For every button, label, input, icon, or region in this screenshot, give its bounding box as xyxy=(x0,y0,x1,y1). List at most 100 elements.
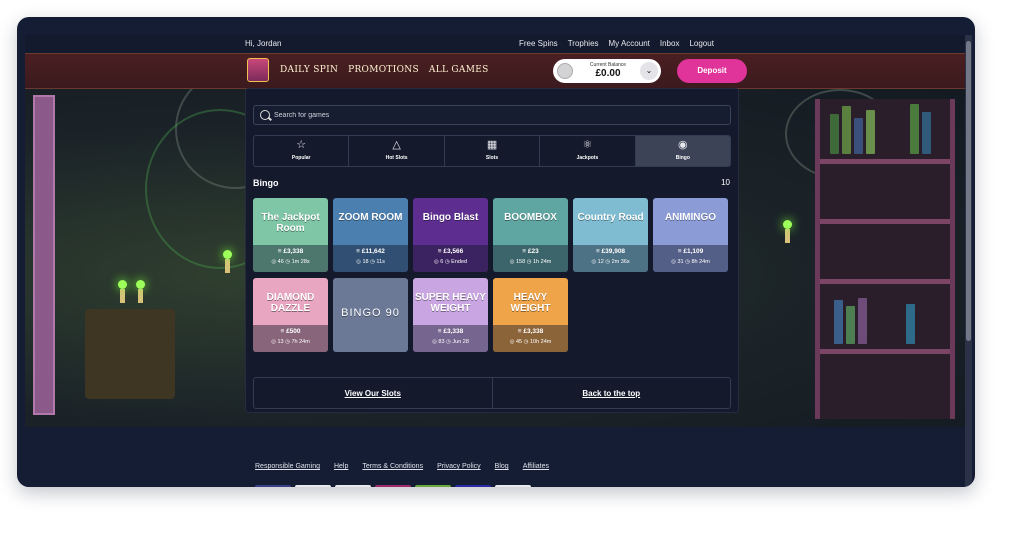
game-tile[interactable]: SUPER HEAVY WEIGHT ≡ £3,338 ◎ 83 ◷ Jun 28 xyxy=(413,278,488,352)
tab-bingo[interactable]: ◉ Bingo xyxy=(635,136,730,166)
clock-icon: ◷ xyxy=(525,259,533,265)
top-bar: Hi, Jordan Free Spins Trophies My Accoun… xyxy=(25,35,965,53)
game-info: ≡ £23 ◎ 158 ◷ 1h 24m xyxy=(493,245,568,272)
start-time: 10h 24m xyxy=(529,339,552,345)
game-meta: ◎ 13 ◷ 7h 24m xyxy=(253,339,328,345)
jackpot-amount: ≡ £39,908 xyxy=(573,248,648,255)
footer-terms[interactable]: Terms & Conditions xyxy=(362,463,423,470)
game-art: HEAVY WEIGHT xyxy=(493,278,568,325)
game-title: The Jackpot Room xyxy=(261,212,320,234)
start-time: 1m 28s xyxy=(291,259,310,265)
jackpot-amount: ≡ £3,338 xyxy=(493,328,568,335)
tab-hot-slots[interactable]: △ Hot Slots xyxy=(349,136,445,166)
scrollbar-thumb[interactable] xyxy=(966,41,971,341)
game-meta: ◎ 158 ◷ 1h 24m xyxy=(493,259,568,265)
bingo-icon: ◉ xyxy=(678,139,688,151)
footer-responsible-gaming[interactable]: Responsible Gaming xyxy=(255,463,320,470)
main-navbar: DAILY SPIN PROMOTIONS ALL GAMES Current … xyxy=(25,53,965,89)
trophies-link[interactable]: Trophies xyxy=(568,39,599,48)
jackpot-amount: ≡ £3,338 xyxy=(253,248,328,255)
jackpot-amount: ≡ £3,566 xyxy=(413,248,488,255)
star-icon: ☆ xyxy=(296,139,307,151)
balance-widget[interactable]: Current Balance £0.00 ⌄ xyxy=(553,59,661,83)
game-meta: ◎ 45 ◷ 10h 24m xyxy=(493,339,568,345)
nav-daily-spin[interactable]: DAILY SPIN xyxy=(280,65,338,75)
game-tile[interactable]: ANIMINGO ≡ £1,109 ◎ 31 ◷ 8h 24m xyxy=(653,198,728,272)
footer-blog[interactable]: Blog xyxy=(495,463,509,470)
book-pile-decoration xyxy=(85,309,175,399)
payment-logo xyxy=(375,485,411,487)
inbox-link[interactable]: Inbox xyxy=(660,39,680,48)
game-title: HEAVY WEIGHT xyxy=(510,292,551,314)
tab-jackpots[interactable]: ⚛ Jackpots xyxy=(540,136,636,166)
tab-popular[interactable]: ☆ Popular xyxy=(254,136,350,166)
game-search-panel: ☆ Popular △ Hot Slots ▦ Slots ⚛ Jackpots… xyxy=(245,88,739,413)
view-slots-link[interactable]: View Our Slots xyxy=(254,378,493,408)
chevron-down-icon[interactable]: ⌄ xyxy=(640,62,658,80)
game-title: SUPER HEAVY WEIGHT xyxy=(415,292,486,314)
slot-machine-icon: ▦ xyxy=(486,139,498,151)
jackpot-amount: ≡ £3,338 xyxy=(413,328,488,335)
footer-help[interactable]: Help xyxy=(334,463,348,470)
game-tile[interactable]: Bingo Blast ≡ £3,566 ◎ 6 ◷ Ended xyxy=(413,198,488,272)
section-count: 10 xyxy=(721,178,730,187)
game-meta: ◎ 6 ◷ Ended xyxy=(413,259,488,265)
jackpot-amount: ≡ £11,642 xyxy=(333,248,408,255)
game-tile[interactable]: BOOMBOX ≡ £23 ◎ 158 ◷ 1h 24m xyxy=(493,198,568,272)
footer-affiliates[interactable]: Affiliates xyxy=(523,463,549,470)
game-tile[interactable]: The Jackpot Room ≡ £3,338 ◎ 46 ◷ 1m 28s xyxy=(253,198,328,272)
game-tile[interactable]: Country Road ≡ £39,908 ◎ 12 ◷ 2m 36s xyxy=(573,198,648,272)
game-art: SUPER HEAVY WEIGHT xyxy=(413,278,488,325)
clock-icon: ◷ xyxy=(603,259,612,265)
game-title: BOOMBOX xyxy=(504,212,557,223)
game-art: Country Road xyxy=(573,198,648,245)
clock-icon: ◷ xyxy=(522,339,530,345)
game-info: ≡ £39,908 ◎ 12 ◷ 2m 36s xyxy=(573,245,648,272)
category-tabs: ☆ Popular △ Hot Slots ▦ Slots ⚛ Jackpots… xyxy=(253,135,731,167)
logout-link[interactable]: Logout xyxy=(689,39,713,48)
game-art: DIAMOND DAZZLE xyxy=(253,278,328,325)
jackpot-value: £500 xyxy=(286,328,301,335)
jackpot-amount: ≡ £23 xyxy=(493,248,568,255)
jackpot-value: £3,338 xyxy=(523,328,544,335)
site-logo[interactable] xyxy=(247,58,269,82)
game-info: ≡ £3,338 ◎ 46 ◷ 1m 28s xyxy=(253,245,328,272)
jackpot-icon: ⚛ xyxy=(582,139,593,151)
start-time: 2m 36s xyxy=(611,259,630,265)
footer-privacy[interactable]: Privacy Policy xyxy=(437,463,481,470)
search-icon xyxy=(260,110,270,120)
nav-all-games[interactable]: ALL GAMES xyxy=(429,65,489,75)
jackpot-value: £23 xyxy=(527,248,539,255)
tab-slots[interactable]: ▦ Slots xyxy=(445,136,541,166)
game-title: BINGO 90 xyxy=(341,307,400,319)
clock-icon: ◷ xyxy=(443,259,452,265)
bookshelf-decoration xyxy=(815,99,955,419)
flame-icon: △ xyxy=(392,139,401,151)
jackpot-value: £3,566 xyxy=(443,248,464,255)
game-meta: ◎ 18 ◷ 11s xyxy=(333,259,408,265)
footer-links: Responsible Gaming Help Terms & Conditio… xyxy=(255,463,549,470)
game-title: ZOOM ROOM xyxy=(338,212,403,223)
search-box[interactable] xyxy=(253,105,731,125)
deposit-button[interactable]: Deposit xyxy=(677,59,747,83)
search-input[interactable] xyxy=(274,106,724,124)
nav-promotions[interactable]: PROMOTIONS xyxy=(348,65,419,75)
payment-logo xyxy=(415,485,451,487)
back-to-top-link[interactable]: Back to the top xyxy=(493,378,731,408)
game-tile[interactable]: BINGO 90 xyxy=(333,278,408,352)
start-time: 8h 24m xyxy=(691,259,710,265)
game-meta: ◎ 46 ◷ 1m 28s xyxy=(253,259,328,265)
coin-icon xyxy=(557,63,573,79)
jackpot-value: £3,338 xyxy=(443,328,464,335)
jackpot-value: £39,908 xyxy=(601,248,626,255)
browser-frame: Hi, Jordan Free Spins Trophies My Accoun… xyxy=(17,17,975,487)
game-tile[interactable]: HEAVY WEIGHT ≡ £3,338 ◎ 45 ◷ 10h 24m xyxy=(493,278,568,352)
game-tile[interactable]: DIAMOND DAZZLE ≡ £500 ◎ 13 ◷ 7h 24m xyxy=(253,278,328,352)
free-spins-link[interactable]: Free Spins xyxy=(519,39,558,48)
game-tile[interactable]: ZOOM ROOM ≡ £11,642 ◎ 18 ◷ 11s xyxy=(333,198,408,272)
pillar-decoration xyxy=(33,95,55,415)
game-info: ≡ £3,566 ◎ 6 ◷ Ended xyxy=(413,245,488,272)
balance-value: £0.00 xyxy=(595,68,621,79)
page-scrollbar[interactable] xyxy=(965,35,972,487)
my-account-link[interactable]: My Account xyxy=(609,39,650,48)
